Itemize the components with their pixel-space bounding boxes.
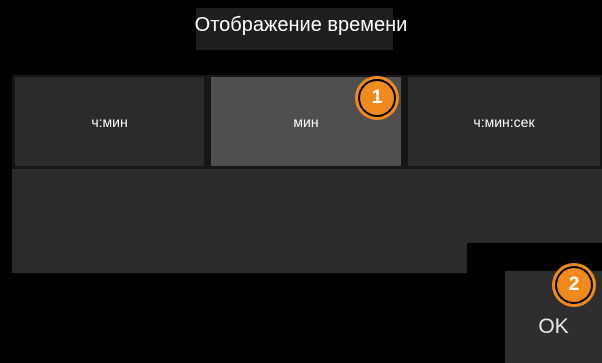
dialog-title: Отображение времени <box>194 14 408 36</box>
ok-label: OK <box>538 315 569 338</box>
option-hours-minutes-seconds[interactable]: ч:мин:сек <box>408 77 600 166</box>
option-label: ч:мин <box>91 113 128 130</box>
option-label: мин <box>293 113 319 130</box>
option-label: ч:мин:сек <box>473 113 535 130</box>
panel-notch <box>467 243 602 273</box>
callout-marker-1: 1 <box>360 81 394 115</box>
callout-marker-2: 2 <box>557 268 591 302</box>
option-hours-minutes[interactable]: ч:мин <box>15 77 204 166</box>
options-panel: ч:мин мин ч:мин:сек <box>12 75 602 273</box>
